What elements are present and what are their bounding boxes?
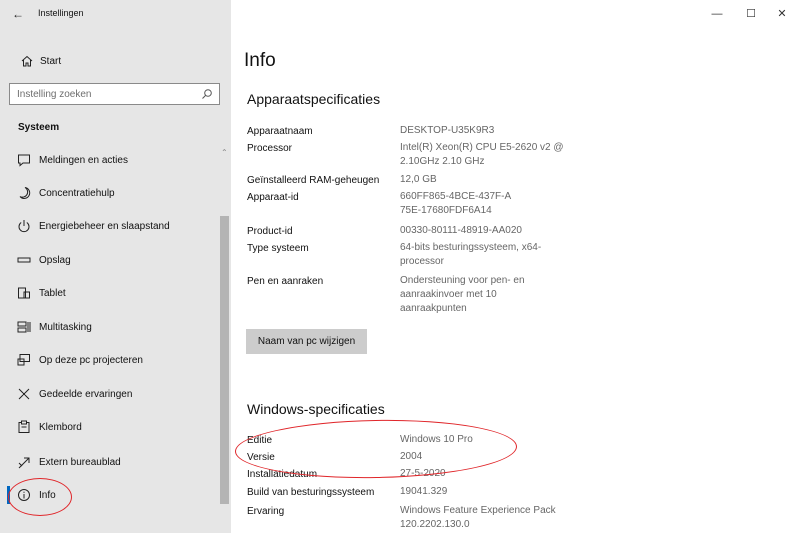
close-button[interactable]: ✕	[772, 6, 792, 22]
sidebar-item-label: Meldingen en acties	[39, 155, 128, 166]
spec-value-edition: Windows 10 Pro	[400, 434, 473, 445]
sidebar-item-label: Opslag	[39, 255, 71, 266]
spec-value-install-date: 27-5-2020	[400, 468, 446, 479]
device-specs-heading: Apparaatspecificaties	[247, 91, 381, 107]
sidebar-item-project[interactable]: Op deze pc projecteren	[0, 345, 218, 375]
spec-value-pen-touch: Ondersteuning voor pen- en aanraakinvoer…	[400, 275, 525, 314]
power-icon	[18, 220, 30, 233]
search-icon[interactable]	[201, 88, 213, 100]
maximize-button[interactable]: ☐	[741, 6, 761, 22]
moon-icon	[19, 187, 31, 199]
spec-label-version: Versie	[247, 452, 275, 463]
spec-value-system-type: 64-bits besturingssysteem, x64-processor	[400, 242, 542, 267]
storage-icon	[17, 257, 31, 263]
clipboard-icon	[18, 420, 30, 433]
spec-value-processor: Intel(R) Xeon(R) CPU E5-2620 v2 @ 2.10GH…	[400, 142, 564, 167]
spec-label-product-id: Product-id	[247, 226, 293, 237]
spec-value-device-id: 660FF865-4BCE-437F-A75E-17680FDF6A14	[400, 191, 512, 216]
spec-label-edition: Editie	[247, 435, 273, 446]
projector-icon	[17, 354, 30, 366]
info-icon	[18, 489, 30, 501]
sidebar-item-label: Gedeelde ervaringen	[39, 389, 133, 400]
sidebar-item-storage[interactable]: Opslag	[0, 245, 218, 275]
sidebar-item-tablet[interactable]: Tablet	[0, 278, 218, 308]
spec-label-processor: Processor	[247, 143, 293, 154]
sidebar-item-label: Klembord	[39, 422, 82, 433]
spec-label-install-date: Installatiedatum	[247, 469, 318, 480]
app-title: Instellingen	[38, 8, 84, 18]
sidebar-item-label: Extern bureaublad	[39, 457, 121, 468]
sidebar-item-start[interactable]: Start	[0, 50, 231, 74]
sidebar-item-label: Info	[39, 490, 56, 501]
home-icon	[21, 55, 33, 67]
spec-label-experience: Ervaring	[247, 506, 285, 517]
sidebar-item-info[interactable]: Info	[0, 480, 218, 510]
sidebar-item-label: Tablet	[39, 288, 66, 299]
sidebar-item-remote-desktop[interactable]: Extern bureaublad	[0, 447, 218, 477]
sidebar-item-label: Concentratiehulp	[39, 188, 115, 199]
sidebar-item-clipboard[interactable]: Klembord	[0, 412, 218, 442]
sidebar-scrollbar-thumb[interactable]	[220, 216, 229, 504]
sidebar-item-focus-assist[interactable]: Concentratiehulp	[0, 178, 218, 208]
spec-value-device-name: DESKTOP-U35K9R3	[400, 125, 495, 136]
sidebar-item-shared-experiences[interactable]: Gedeelde ervaringen	[0, 379, 218, 409]
back-button[interactable]: ←	[10, 6, 26, 22]
spec-value-version: 2004	[400, 451, 423, 462]
sidebar-item-notifications[interactable]: Meldingen en acties	[0, 145, 218, 175]
scroll-up-chevron-icon[interactable]: ⌃	[221, 149, 229, 157]
windows-specs-heading: Windows-specificaties	[247, 401, 385, 417]
spec-label-ram: Geïnstalleerd RAM-geheugen	[247, 175, 380, 186]
spec-value-os-build: 19041.329	[400, 486, 448, 497]
spec-label-device-name: Apparaatnaam	[247, 126, 313, 137]
sidebar-item-label: Start	[40, 56, 62, 67]
spec-label-pen-touch: Pen en aanraken	[247, 276, 324, 287]
sidebar-item-label: Op deze pc projecteren	[39, 355, 143, 366]
spec-value-product-id: 00330-80111-48919-AA020	[400, 225, 522, 236]
spec-value-experience: Windows Feature Experience Pack 120.2202…	[400, 505, 556, 530]
sidebar: ← Instellingen Start Instelling zoeken S…	[0, 0, 231, 533]
spec-value-ram: 12,0 GB	[400, 174, 437, 185]
tablet-icon	[18, 287, 30, 299]
shared-experiences-icon	[18, 388, 30, 400]
minimize-button[interactable]: —	[707, 6, 727, 22]
spec-label-system-type: Type systeem	[247, 243, 309, 254]
spec-label-os-build: Build van besturingssysteem	[247, 487, 375, 498]
titlebar: ← Instellingen	[0, 0, 231, 28]
remote-desktop-icon	[18, 457, 30, 469]
rename-pc-button[interactable]: Naam van pc wijzigen	[246, 329, 367, 354]
sidebar-item-power[interactable]: Energiebeheer en slaapstand	[0, 211, 218, 241]
search-placeholder: Instelling zoeken	[17, 89, 92, 100]
sidebar-item-label: Energiebeheer en slaapstand	[39, 221, 170, 232]
notifications-icon	[18, 154, 30, 167]
section-label: Systeem	[18, 122, 60, 133]
multitasking-icon	[17, 321, 31, 333]
sidebar-item-multitasking[interactable]: Multitasking	[0, 312, 218, 342]
spec-label-device-id: Apparaat-id	[247, 192, 299, 203]
page-title: Info	[244, 50, 276, 71]
search-input[interactable]: Instelling zoeken	[9, 83, 220, 105]
sidebar-item-label: Multitasking	[39, 322, 92, 333]
